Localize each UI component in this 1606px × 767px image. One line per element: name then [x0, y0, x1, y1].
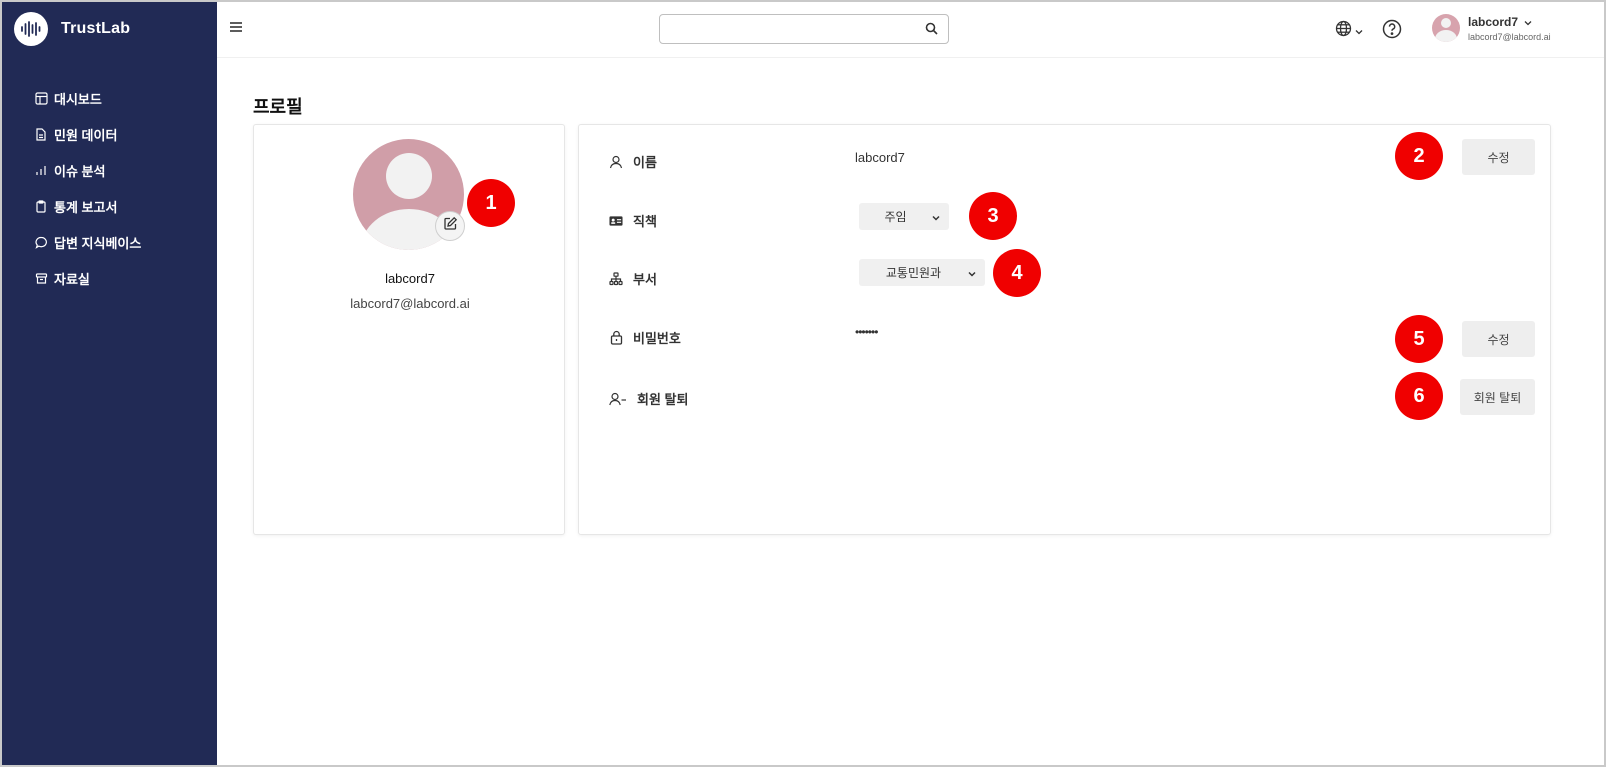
- profile-summary-card: labcord7 labcord7@labcord.ai: [253, 124, 565, 535]
- sidebar-item-dashboard[interactable]: 대시보드: [34, 80, 141, 116]
- change-password-button[interactable]: 수정: [1462, 321, 1535, 357]
- id-card-icon: [609, 214, 623, 228]
- clipboard-icon: [34, 199, 48, 213]
- search-box: [659, 14, 949, 44]
- brand[interactable]: TrustLab: [14, 12, 130, 46]
- sidebar-item-complaint-data[interactable]: 민원 데이터: [34, 116, 141, 152]
- annotation-badge: 5: [1395, 315, 1443, 363]
- archive-icon: [34, 271, 48, 285]
- position-select[interactable]: 주임: [859, 203, 949, 230]
- user-name: labcord7: [1468, 14, 1519, 29]
- department-select[interactable]: 교통민원과: [859, 259, 985, 286]
- edit-name-button[interactable]: 수정: [1462, 139, 1535, 175]
- chevron-down-icon: [1355, 22, 1363, 40]
- search-input[interactable]: [666, 16, 916, 42]
- sidebar-item-issue-analysis[interactable]: 이슈 분석: [34, 152, 141, 188]
- sidebar: TrustLab 대시보드 민원 데이터 이슈 분석 통계 보고서 답변 지식베…: [2, 2, 217, 765]
- annotation-badge: 6: [1395, 372, 1443, 420]
- annotation-badge: 2: [1395, 132, 1443, 180]
- avatar: [1432, 14, 1460, 42]
- sidebar-item-statistics-report[interactable]: 통계 보고서: [34, 188, 141, 224]
- position-row-label: 직책: [609, 211, 657, 230]
- department-row-label: 부서: [609, 269, 657, 288]
- profile-name: labcord7: [385, 271, 435, 286]
- password-row-label: 비밀번호: [609, 328, 681, 347]
- name-row-label: 이름: [609, 152, 657, 171]
- sidebar-item-label: 대시보드: [54, 91, 102, 107]
- annotation-badge: 4: [993, 249, 1041, 297]
- org-chart-icon: [609, 271, 623, 286]
- name-value: labcord7: [855, 150, 905, 165]
- user-remove-icon: [609, 392, 627, 406]
- document-icon: [34, 127, 48, 141]
- user-email: labcord7@labcord.ai: [1468, 31, 1551, 42]
- menu-toggle-icon[interactable]: [229, 19, 245, 35]
- soundwave-logo-icon: [14, 12, 48, 46]
- sidebar-item-label: 이슈 분석: [54, 163, 106, 179]
- profile-email: labcord7@labcord.ai: [350, 296, 470, 311]
- lock-icon: [609, 330, 623, 345]
- brand-name: TrustLab: [61, 20, 131, 37]
- annotation-badge: 1: [467, 179, 515, 227]
- sidebar-nav: 대시보드 민원 데이터 이슈 분석 통계 보고서 답변 지식베이스 자료실: [34, 80, 141, 296]
- chevron-down-icon: [932, 210, 940, 224]
- sidebar-item-label: 자료실: [54, 271, 90, 287]
- sidebar-item-label: 통계 보고서: [54, 199, 118, 215]
- language-selector[interactable]: [1335, 20, 1363, 42]
- edit-photo-button[interactable]: [435, 211, 465, 241]
- search-icon[interactable]: [925, 22, 938, 40]
- user-menu[interactable]: labcord7 labcord7@labcord.ai: [1432, 14, 1551, 42]
- dashboard-icon: [34, 91, 48, 105]
- page-title: 프로필: [253, 97, 303, 117]
- annotation-badge: 3: [969, 192, 1017, 240]
- globe-icon: [1335, 20, 1352, 42]
- withdraw-button[interactable]: 회원 탈퇴: [1460, 379, 1535, 415]
- withdraw-row-label: 회원 탈퇴: [609, 389, 688, 408]
- chat-bubble-icon: [34, 235, 48, 249]
- chevron-down-icon: [1524, 15, 1532, 29]
- sidebar-item-label: 답변 지식베이스: [54, 235, 142, 251]
- sidebar-item-archive[interactable]: 자료실: [34, 260, 141, 296]
- top-bar: labcord7 labcord7@labcord.ai: [217, 2, 1604, 58]
- password-value: •••••••: [855, 325, 878, 339]
- help-icon[interactable]: [1382, 19, 1402, 44]
- sidebar-item-label: 민원 데이터: [54, 127, 118, 143]
- bar-chart-icon: [34, 163, 48, 177]
- app-window: TrustLab 대시보드 민원 데이터 이슈 분석 통계 보고서 답변 지식베…: [0, 0, 1606, 767]
- edit-pencil-icon: [443, 216, 458, 236]
- person-icon: [609, 155, 623, 169]
- sidebar-item-knowledge-base[interactable]: 답변 지식베이스: [34, 224, 141, 260]
- chevron-down-icon: [968, 266, 976, 280]
